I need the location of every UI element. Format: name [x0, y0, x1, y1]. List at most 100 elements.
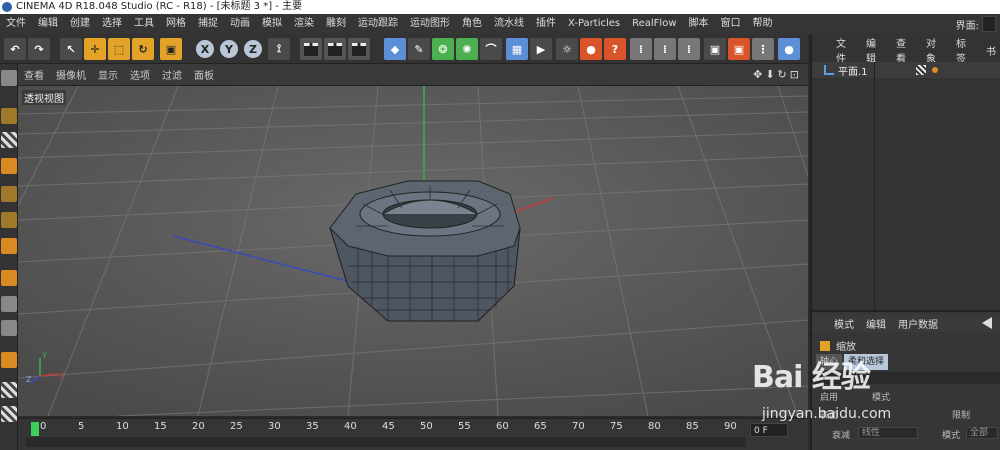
om-menu-tags[interactable]: 标签: [950, 35, 980, 65]
viewport-menu-filter[interactable]: 过滤: [156, 67, 188, 82]
undo-icon[interactable]: ↶: [4, 38, 26, 60]
am-menu-edit[interactable]: 编辑: [860, 316, 892, 331]
points-mode-icon[interactable]: [1, 186, 17, 202]
live-selection-icon[interactable]: ↖: [60, 38, 82, 60]
model-mode-icon[interactable]: [1, 108, 17, 124]
menu-motion-tracking[interactable]: 运动跟踪: [352, 14, 404, 34]
x-particles-emitter-icon[interactable]: ●: [778, 38, 800, 60]
om-menu-view[interactable]: 查看: [890, 35, 920, 65]
viewport-menu-display[interactable]: 显示: [92, 67, 124, 82]
menu-snap[interactable]: 捕捉: [192, 14, 224, 34]
rotate-tool-icon[interactable]: ↻: [132, 38, 154, 60]
render-region-icon[interactable]: ▣: [728, 38, 750, 60]
object-row[interactable]: 平面.1: [812, 62, 1000, 78]
menu-realflow[interactable]: RealFlow: [626, 14, 682, 34]
om-menu-file[interactable]: 文件: [830, 35, 860, 65]
viewport-menu-view[interactable]: 查看: [18, 67, 50, 82]
pen-spline-icon[interactable]: ✎: [408, 38, 430, 60]
menu-mesh[interactable]: 网格: [160, 14, 192, 34]
x-particles-icon[interactable]: ⋮: [752, 38, 774, 60]
menu-animate[interactable]: 动画: [224, 14, 256, 34]
xpresso-icon[interactable]: ⁞: [654, 38, 676, 60]
menu-pipeline[interactable]: 流水线: [488, 14, 530, 34]
z-axis-lock-icon[interactable]: Z: [242, 38, 264, 60]
timeline-playhead[interactable]: [31, 422, 39, 436]
menu-render[interactable]: 渲染: [288, 14, 320, 34]
viewport-menu-camera[interactable]: 摄像机: [50, 67, 92, 82]
tweak-mode-icon[interactable]: [1, 296, 17, 312]
render-settings-icon[interactable]: [348, 38, 370, 60]
viewport-navigation-icons[interactable]: ✥⬇↻⊡: [753, 68, 802, 81]
recent-tool-icon[interactable]: ▣: [160, 38, 182, 60]
texture-tag-icon[interactable]: [916, 65, 926, 75]
menu-help[interactable]: 帮助: [747, 14, 779, 34]
hair-icon[interactable]: ⁞: [678, 38, 700, 60]
viewport-solo-icon[interactable]: [1, 320, 17, 336]
menu-file[interactable]: 文件: [0, 14, 32, 34]
redo-icon[interactable]: ↷: [28, 38, 50, 60]
menu-window[interactable]: 窗口: [715, 14, 747, 34]
polygons-mode-icon[interactable]: [1, 238, 17, 254]
bend-deformer-icon[interactable]: ⌒: [480, 38, 502, 60]
render-view-icon[interactable]: [300, 38, 322, 60]
menu-select[interactable]: 选择: [96, 14, 128, 34]
object-name[interactable]: 平面.1: [838, 63, 868, 78]
om-menu-bookmarks[interactable]: 书: [980, 43, 1000, 58]
menu-x-particles[interactable]: X-Particles: [562, 14, 626, 34]
menu-create[interactable]: 创建: [64, 14, 96, 34]
material-icon[interactable]: ●: [580, 38, 602, 60]
python-generator-icon[interactable]: ⁞: [630, 38, 652, 60]
timeline-track[interactable]: [26, 437, 746, 447]
timeline-tick: 35: [306, 421, 319, 432]
om-menu-objects[interactable]: 对象: [920, 35, 950, 65]
edges-mode-icon[interactable]: [1, 212, 17, 228]
menu-edit[interactable]: 编辑: [32, 14, 64, 34]
perspective-viewport[interactable]: Y X Z 透视视图: [18, 86, 808, 416]
menu-simulate[interactable]: 模拟: [256, 14, 288, 34]
subdivision-surface-icon[interactable]: ❂: [432, 38, 454, 60]
scale-tool-icon[interactable]: ⬚: [108, 38, 130, 60]
menu-plugins[interactable]: 插件: [530, 14, 562, 34]
snap-icon[interactable]: [1, 352, 17, 368]
menu-character[interactable]: 角色: [456, 14, 488, 34]
menu-sculpt[interactable]: 雕刻: [320, 14, 352, 34]
help-icon[interactable]: ?: [604, 38, 626, 60]
floor-object-icon[interactable]: ▦: [506, 38, 528, 60]
back-arrow-icon[interactable]: [982, 317, 992, 329]
x-axis-lock-icon[interactable]: X: [194, 38, 216, 60]
gizmo-z-label: Z: [26, 375, 32, 384]
viewport-scene: Y X Z: [18, 86, 808, 416]
layout-selector[interactable]: 界面:: [956, 16, 996, 32]
render-picture-viewer-icon[interactable]: [324, 38, 346, 60]
selection-tag-icon[interactable]: [932, 67, 938, 73]
mode2-dropdown[interactable]: 全部: [966, 427, 998, 439]
realflow-scene-icon[interactable]: ▣: [704, 38, 726, 60]
camera-icon[interactable]: ▶: [530, 38, 552, 60]
menu-tools[interactable]: 工具: [128, 14, 160, 34]
cinema4d-app-icon: [2, 2, 12, 12]
cube-primitive-icon[interactable]: ◆: [384, 38, 406, 60]
menu-script[interactable]: 脚本: [683, 14, 715, 34]
texture-mode-icon[interactable]: [1, 132, 17, 148]
workplane-icon[interactable]: [1, 382, 17, 398]
y-axis-lock-icon[interactable]: Y: [218, 38, 240, 60]
enable-axis-icon[interactable]: [1, 270, 17, 286]
array-generator-icon[interactable]: ✺: [456, 38, 478, 60]
move-tool-icon[interactable]: ✛: [84, 38, 106, 60]
workplane-mode-icon[interactable]: [1, 158, 17, 174]
om-menu-edit[interactable]: 编辑: [860, 35, 890, 65]
current-frame-field[interactable]: 0 F: [750, 423, 788, 437]
viewport-menu-panel[interactable]: 面板: [188, 67, 220, 82]
am-menu-user-data[interactable]: 用户数据: [892, 316, 944, 331]
menu-mograph[interactable]: 运动图形: [404, 14, 456, 34]
am-menu-mode[interactable]: 模式: [828, 316, 860, 331]
timeline[interactable]: 0 5 10 15 20 25 30 35 40 45 50 55 60 65 …: [18, 418, 808, 450]
quantize-icon[interactable]: [1, 406, 17, 422]
falloff-dropdown[interactable]: 线性: [858, 427, 918, 439]
make-editable-icon[interactable]: [1, 70, 17, 86]
timeline-tick: 90: [724, 421, 737, 432]
viewport-menu-options[interactable]: 选项: [124, 67, 156, 82]
coordinate-system-icon[interactable]: ⟟: [268, 38, 290, 60]
layout-dropdown[interactable]: [982, 16, 996, 32]
light-bulb-icon[interactable]: ☼: [556, 38, 578, 60]
